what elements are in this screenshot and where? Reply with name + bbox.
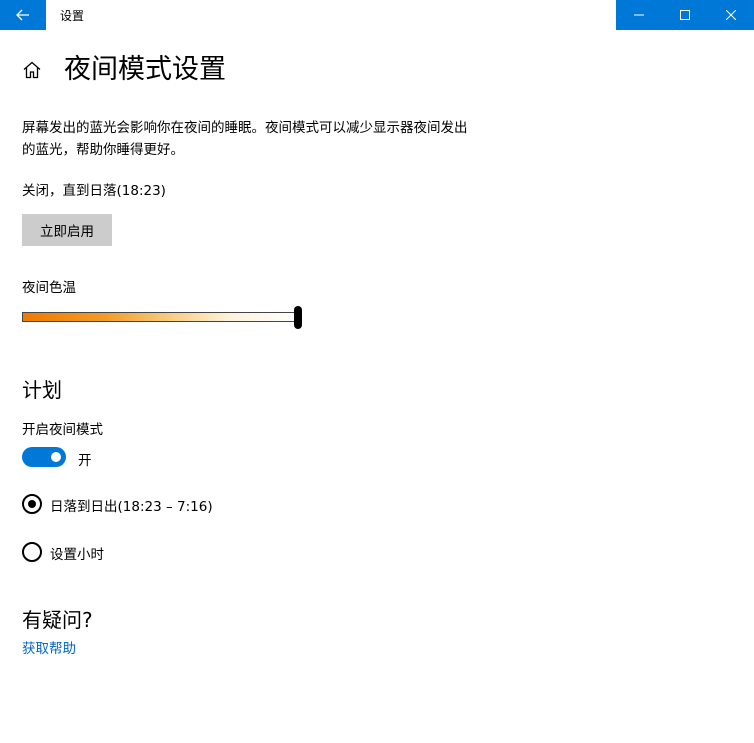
back-button[interactable] — [0, 0, 46, 30]
maximize-button[interactable] — [662, 0, 708, 30]
night-light-description: 屏幕发出的蓝光会影响你在夜间的睡眠。夜间模式可以减少显示器夜间发出的蓝光，帮助你… — [22, 120, 468, 158]
minimize-icon — [634, 14, 644, 16]
radio-selected-dot — [28, 500, 36, 508]
toggle-knob — [51, 452, 61, 462]
get-help-link[interactable]: 获取帮助 — [22, 637, 76, 657]
color-temperature-slider[interactable] — [22, 312, 298, 322]
window-title: 设置 — [60, 9, 85, 23]
schedule-toggle[interactable] — [22, 447, 66, 467]
set-hours-label[interactable]: 设置小时 — [50, 543, 104, 563]
color-temperature-label: 夜间色温 — [22, 280, 76, 296]
sunset-to-sunrise-radio[interactable] — [22, 494, 42, 514]
back-arrow-icon — [16, 9, 29, 21]
close-icon — [726, 10, 736, 20]
sunset-to-sunrise-label[interactable]: 日落到日出(18:23 – 7:16) — [50, 495, 213, 515]
color-temperature-slider-thumb[interactable] — [294, 306, 302, 329]
help-heading: 有疑问? — [22, 608, 93, 632]
close-button[interactable] — [708, 0, 754, 30]
maximize-icon — [680, 10, 690, 20]
schedule-toggle-state: 开 — [78, 453, 92, 469]
schedule-heading: 计划 — [22, 378, 62, 402]
schedule-toggle-label: 开启夜间模式 — [22, 422, 103, 438]
enable-now-button[interactable]: 立即启用 — [22, 214, 112, 246]
title-bar: 设置 — [0, 0, 754, 30]
page-title: 夜间模式设置 — [64, 54, 226, 85]
status-text: 关闭，直到日落(18:23) — [22, 183, 166, 199]
minimize-button[interactable] — [616, 0, 662, 30]
home-icon[interactable] — [22, 60, 42, 80]
set-hours-radio[interactable] — [22, 542, 42, 562]
